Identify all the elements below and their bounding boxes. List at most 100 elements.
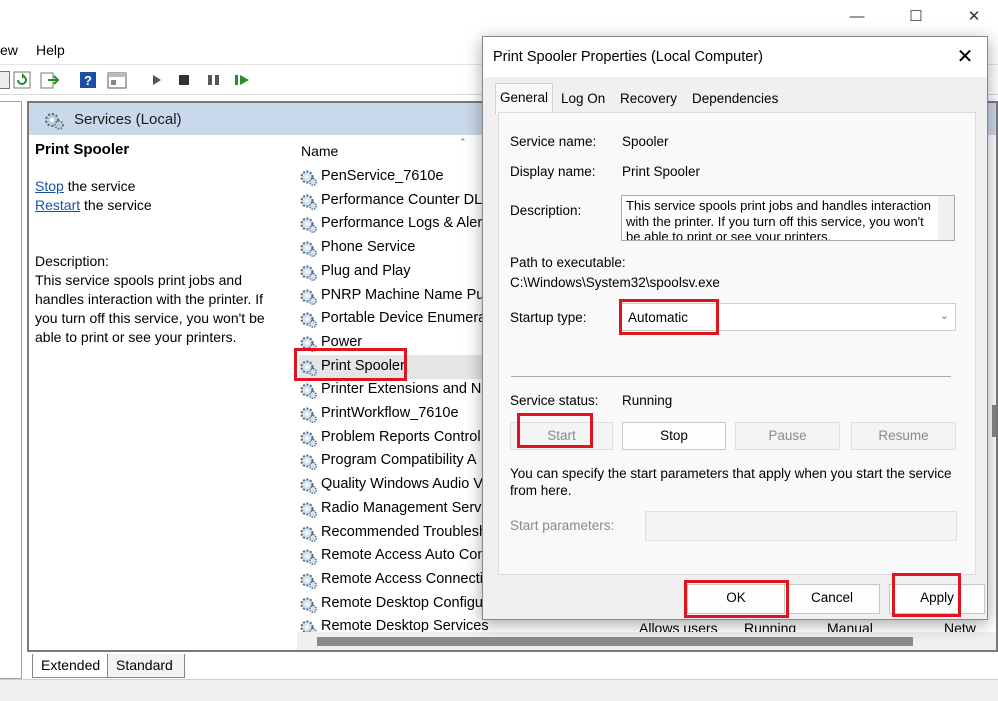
- stop-button[interactable]: Stop: [622, 422, 726, 450]
- tab-standard[interactable]: Standard: [107, 654, 185, 678]
- service-gear-icon: [299, 405, 317, 423]
- service-name: PrintWorkflow_7610e: [321, 405, 459, 421]
- chevron-down-icon: ⌄: [939, 310, 949, 322]
- resume-button[interactable]: Resume: [851, 422, 956, 450]
- dialog-close-icon[interactable]: ✕: [953, 45, 977, 69]
- service-name: Recommended Troublesh: [321, 523, 488, 540]
- service-status-value: Running: [622, 393, 673, 408]
- general-tab-panel: Service name: Spooler Display name: Prin…: [498, 112, 976, 575]
- dialog-title: Print Spooler Properties (Local Computer…: [493, 49, 763, 65]
- service-name: Remote Access Auto Con: [321, 547, 486, 564]
- service-name-label: Service name:: [510, 134, 597, 149]
- properties-dialog: Print Spooler Properties (Local Computer…: [482, 36, 988, 620]
- service-gear-icon: [299, 310, 317, 329]
- service-gear-icon: [299, 381, 317, 400]
- service-name: Phone Service: [321, 239, 416, 256]
- tab-recovery[interactable]: Recovery: [616, 85, 681, 113]
- service-gear-icon: [299, 358, 317, 376]
- restart-line: Restart the service: [35, 196, 285, 215]
- pause-button[interactable]: Pause: [735, 422, 840, 450]
- pause-icon[interactable]: [205, 71, 223, 89]
- restart-icon[interactable]: [233, 71, 251, 89]
- display-name-value: Print Spooler: [622, 164, 701, 179]
- ok-button[interactable]: OK: [687, 584, 785, 614]
- service-name-value: Spooler: [622, 134, 669, 149]
- service-gear-icon: [299, 429, 317, 447]
- column-header-name[interactable]: Name: [301, 143, 338, 159]
- description-field-label: Description:: [510, 203, 582, 218]
- service-gear-icon: [299, 547, 317, 566]
- console-tree-panel: [0, 101, 22, 679]
- stop-icon[interactable]: [176, 71, 194, 89]
- service-gear-icon: [299, 334, 317, 352]
- service-gear-icon: [299, 452, 317, 471]
- pane-header-title: Services (Local): [74, 111, 182, 128]
- description-text: This service spools print jobs and handl…: [35, 272, 265, 345]
- service-name: Plug and Play: [321, 262, 411, 279]
- stop-service-link[interactable]: Stop: [35, 178, 64, 194]
- apply-button[interactable]: Apply: [889, 584, 985, 614]
- service-name: Performance Counter DLL: [321, 191, 491, 208]
- start-params-input[interactable]: [645, 511, 957, 541]
- tab-dependencies[interactable]: Dependencies: [688, 85, 782, 113]
- help-icon[interactable]: ?: [79, 71, 97, 89]
- tab-extended[interactable]: Extended: [32, 654, 108, 678]
- start-button[interactable]: Start: [510, 422, 613, 450]
- service-name: Portable Device Enumera: [321, 310, 487, 327]
- play-icon[interactable]: [150, 71, 168, 89]
- display-name-label: Display name:: [510, 164, 596, 179]
- startup-type-value: Automatic: [628, 310, 689, 325]
- horizontal-scrollbar[interactable]: [297, 632, 996, 650]
- restart-suffix: the service: [80, 197, 152, 213]
- menu-help[interactable]: Help: [36, 42, 65, 58]
- services-gear-icon: [43, 110, 65, 133]
- service-status-label: Service status:: [510, 393, 599, 408]
- service-name: Problem Reports Control: [321, 428, 481, 445]
- service-name: Remote Access Connectio: [321, 570, 492, 587]
- service-name: PenService_7610e: [321, 168, 444, 184]
- service-gear-icon: [299, 524, 317, 542]
- service-name: Program Compatibility A: [321, 452, 477, 469]
- horizontal-scroll-thumb[interactable]: [317, 637, 913, 646]
- service-gear-icon: [299, 263, 317, 281]
- svg-text:?: ?: [84, 73, 92, 88]
- tab-general[interactable]: General: [495, 83, 554, 114]
- description-box[interactable]: This service spools print jobs and handl…: [621, 195, 955, 241]
- service-gear-icon: [299, 168, 317, 186]
- path-value: C:\Windows\System32\spoolsv.exe: [510, 275, 720, 290]
- service-name: Printer Extensions and N: [321, 381, 482, 398]
- stop-suffix: the service: [63, 178, 136, 194]
- close-window-button[interactable]: ✕: [963, 6, 985, 28]
- vertical-scroll-thumb[interactable]: [992, 405, 996, 437]
- dialog-titlebar: Print Spooler Properties (Local Computer…: [483, 37, 987, 77]
- service-gear-icon: [299, 192, 317, 210]
- minimize-button[interactable]: —: [846, 6, 868, 28]
- tab-log-on[interactable]: Log On: [557, 85, 609, 113]
- service-gear-icon: [299, 476, 317, 495]
- service-gear-icon: [299, 571, 317, 589]
- service-gear-icon: [299, 595, 317, 613]
- path-label: Path to executable:: [510, 255, 626, 270]
- description-box-text: This service spools print jobs and handl…: [626, 198, 931, 241]
- refresh-icon[interactable]: [13, 71, 31, 89]
- service-gear-icon: [299, 500, 317, 518]
- service-gear-icon: [299, 239, 317, 258]
- startup-type-label: Startup type:: [510, 310, 587, 325]
- restart-service-link[interactable]: Restart: [35, 197, 80, 213]
- menu-view[interactable]: ew: [0, 42, 18, 58]
- service-gear-icon: [299, 215, 317, 234]
- service-name: PNRP Machine Name Pub: [321, 286, 493, 303]
- maximize-button[interactable]: ☐: [905, 6, 927, 28]
- service-name: Performance Logs & Alerts: [321, 215, 494, 232]
- startup-type-select[interactable]: Automatic ⌄: [621, 303, 956, 331]
- cancel-button[interactable]: Cancel: [784, 584, 880, 614]
- properties-icon[interactable]: [107, 71, 127, 89]
- start-params-hint: You can specify the start parameters tha…: [510, 466, 952, 498]
- service-name: Quality Windows Audio V: [321, 476, 483, 493]
- export-list-icon[interactable]: [40, 71, 60, 89]
- status-bar: [0, 679, 998, 701]
- description-scrollbar[interactable]: [938, 196, 954, 240]
- service-name: Remote Desktop Configu: [321, 594, 483, 611]
- console-tree-icon[interactable]: [0, 71, 10, 89]
- stop-line: Stop the service: [35, 177, 285, 196]
